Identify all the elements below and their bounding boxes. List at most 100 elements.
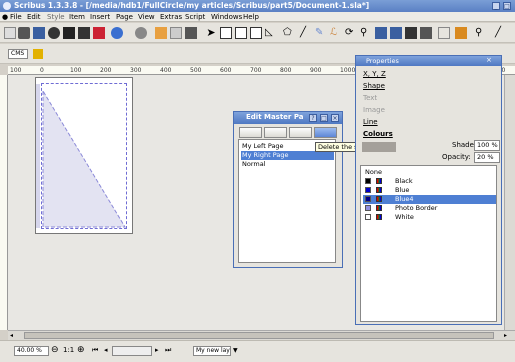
tab-text[interactable]: Text bbox=[363, 94, 377, 102]
colour-name: Black bbox=[395, 177, 413, 185]
properties-close-icon[interactable]: × bbox=[486, 56, 492, 64]
horizontal-scroll-thumb[interactable] bbox=[24, 332, 494, 339]
save-icon[interactable] bbox=[33, 27, 45, 39]
import-master-page-button[interactable] bbox=[289, 127, 312, 138]
colour-item[interactable]: Photo Border bbox=[363, 204, 496, 213]
colour-name: None bbox=[365, 168, 382, 176]
vertical-scrollbar[interactable] bbox=[504, 75, 515, 330]
close-document-icon[interactable] bbox=[48, 27, 60, 39]
next-page-icon[interactable]: ▸ bbox=[155, 346, 159, 354]
ruler-tick-label: 900 bbox=[310, 67, 322, 74]
layer-selector[interactable]: My new layer bbox=[193, 346, 231, 356]
ruler-tick-label: 100 bbox=[10, 67, 22, 74]
rotate-icon[interactable]: ⟳ bbox=[345, 27, 357, 39]
master-page-item[interactable]: Normal bbox=[241, 160, 334, 169]
fill-stroke-selector[interactable] bbox=[362, 142, 396, 152]
paste-icon[interactable] bbox=[185, 27, 197, 39]
tab-colours[interactable]: Colours bbox=[363, 130, 393, 138]
menu-extras[interactable]: Extras bbox=[160, 13, 182, 21]
freehand-icon[interactable]: ℒ bbox=[330, 27, 342, 39]
tab-image[interactable]: Image bbox=[363, 106, 385, 114]
text-frame-icon[interactable] bbox=[220, 27, 232, 39]
dialog-maximize-button[interactable]: □ bbox=[320, 114, 328, 122]
shape-icon[interactable]: ◺ bbox=[265, 27, 277, 39]
measure-icon[interactable] bbox=[438, 27, 450, 39]
colour-item[interactable]: Blue4 bbox=[363, 195, 496, 204]
colour-item[interactable]: Blue bbox=[363, 186, 496, 195]
menu-help[interactable]: Help bbox=[243, 13, 259, 21]
colour-swatch bbox=[365, 178, 371, 184]
colour-item[interactable]: White bbox=[363, 213, 496, 222]
zoom-field[interactable]: 40.00 % bbox=[14, 346, 49, 356]
menu-insert[interactable]: Insert bbox=[90, 13, 110, 21]
opacity-field[interactable]: 20 % bbox=[474, 152, 500, 163]
undo-icon[interactable] bbox=[111, 27, 123, 39]
pdf-tools-icon[interactable]: ╱ bbox=[495, 27, 507, 39]
pdf-export-icon[interactable] bbox=[93, 27, 105, 39]
first-page-icon[interactable]: ⏮ bbox=[92, 346, 98, 355]
cut-icon[interactable] bbox=[155, 27, 167, 39]
line-icon[interactable]: ╱ bbox=[300, 27, 312, 39]
maximize-button[interactable]: □ bbox=[503, 2, 511, 10]
menu-script[interactable]: Script bbox=[185, 13, 205, 21]
chevron-down-icon[interactable]: ▼ bbox=[233, 347, 238, 354]
select-tool-icon[interactable]: ➤ bbox=[205, 27, 217, 39]
previous-page-icon[interactable]: ◂ bbox=[104, 346, 108, 354]
table-icon[interactable] bbox=[250, 27, 262, 39]
colour-item[interactable]: None bbox=[363, 168, 496, 177]
copy-properties-icon[interactable] bbox=[455, 27, 467, 39]
menu-style[interactable]: Style bbox=[47, 13, 65, 21]
menu-page[interactable]: Page bbox=[116, 13, 133, 21]
ruler-tick-label: 600 bbox=[220, 67, 232, 74]
menu-windows[interactable]: Windows bbox=[211, 13, 242, 21]
menu-item[interactable]: Item bbox=[69, 13, 85, 21]
menu-file[interactable]: File bbox=[10, 13, 22, 21]
unlink-frames-icon[interactable] bbox=[420, 27, 432, 39]
eyedropper-icon[interactable]: ⚲ bbox=[475, 27, 487, 39]
tab-xyz[interactable]: X, Y, Z bbox=[363, 70, 386, 78]
edit-contents-icon[interactable] bbox=[375, 27, 387, 39]
bezier-icon[interactable]: ✎ bbox=[315, 27, 327, 39]
menu-edit[interactable]: Edit bbox=[27, 13, 41, 21]
zoom-out-icon[interactable]: ⊖ bbox=[51, 346, 61, 356]
edit-text-icon[interactable] bbox=[390, 27, 402, 39]
dialog-help-button[interactable]: ? bbox=[309, 114, 317, 122]
pdf-bookmark-icon[interactable] bbox=[33, 49, 43, 59]
new-master-page-button[interactable] bbox=[239, 127, 262, 138]
shade-field[interactable]: 100 % bbox=[474, 140, 500, 151]
new-document-icon[interactable] bbox=[4, 27, 16, 39]
preflight-icon[interactable] bbox=[78, 27, 90, 39]
dialog-close-button[interactable]: × bbox=[331, 114, 339, 122]
cms-toggle[interactable]: CMS bbox=[8, 49, 28, 59]
scroll-right-arrow[interactable]: ▸ bbox=[504, 332, 511, 339]
image-frame-icon[interactable] bbox=[235, 27, 247, 39]
polygon-icon[interactable]: ⬠ bbox=[283, 27, 295, 39]
zoom-in-icon[interactable]: ⊕ bbox=[77, 346, 87, 356]
link-frames-icon[interactable] bbox=[405, 27, 417, 39]
dialog-title: Edit Master Pa bbox=[246, 113, 304, 121]
master-pages-list: My Left Page My Right Page Normal bbox=[238, 139, 336, 263]
copy-icon[interactable] bbox=[170, 27, 182, 39]
zoom-ratio-button[interactable]: 1:1 bbox=[63, 346, 75, 356]
scroll-left-arrow[interactable]: ◂ bbox=[10, 332, 17, 339]
zoom-icon[interactable]: ⚲ bbox=[360, 27, 372, 39]
tab-line[interactable]: Line bbox=[363, 118, 378, 126]
page-bleed-guide bbox=[36, 84, 40, 228]
last-page-icon[interactable]: ⏭ bbox=[165, 346, 171, 355]
scribus-menu-icon[interactable]: ● bbox=[2, 13, 8, 21]
minimize-button[interactable]: _ bbox=[492, 2, 500, 10]
properties-title-bar: Properties × bbox=[356, 56, 501, 66]
triangle-shape[interactable] bbox=[41, 83, 127, 229]
horizontal-scrollbar[interactable]: ◂ ▸ bbox=[8, 330, 515, 340]
menu-view[interactable]: View bbox=[138, 13, 155, 21]
ruler-tick-label: 500 bbox=[190, 67, 202, 74]
tab-shape[interactable]: Shape bbox=[363, 82, 385, 90]
duplicate-master-page-button[interactable] bbox=[264, 127, 287, 138]
colour-item[interactable]: Black bbox=[363, 177, 496, 186]
print-icon[interactable] bbox=[63, 27, 75, 39]
redo-icon[interactable] bbox=[135, 27, 147, 39]
master-page-item[interactable]: My Right Page bbox=[241, 151, 334, 160]
page-selector[interactable] bbox=[112, 346, 152, 356]
open-icon[interactable] bbox=[18, 27, 30, 39]
delete-master-page-button[interactable] bbox=[314, 127, 337, 138]
